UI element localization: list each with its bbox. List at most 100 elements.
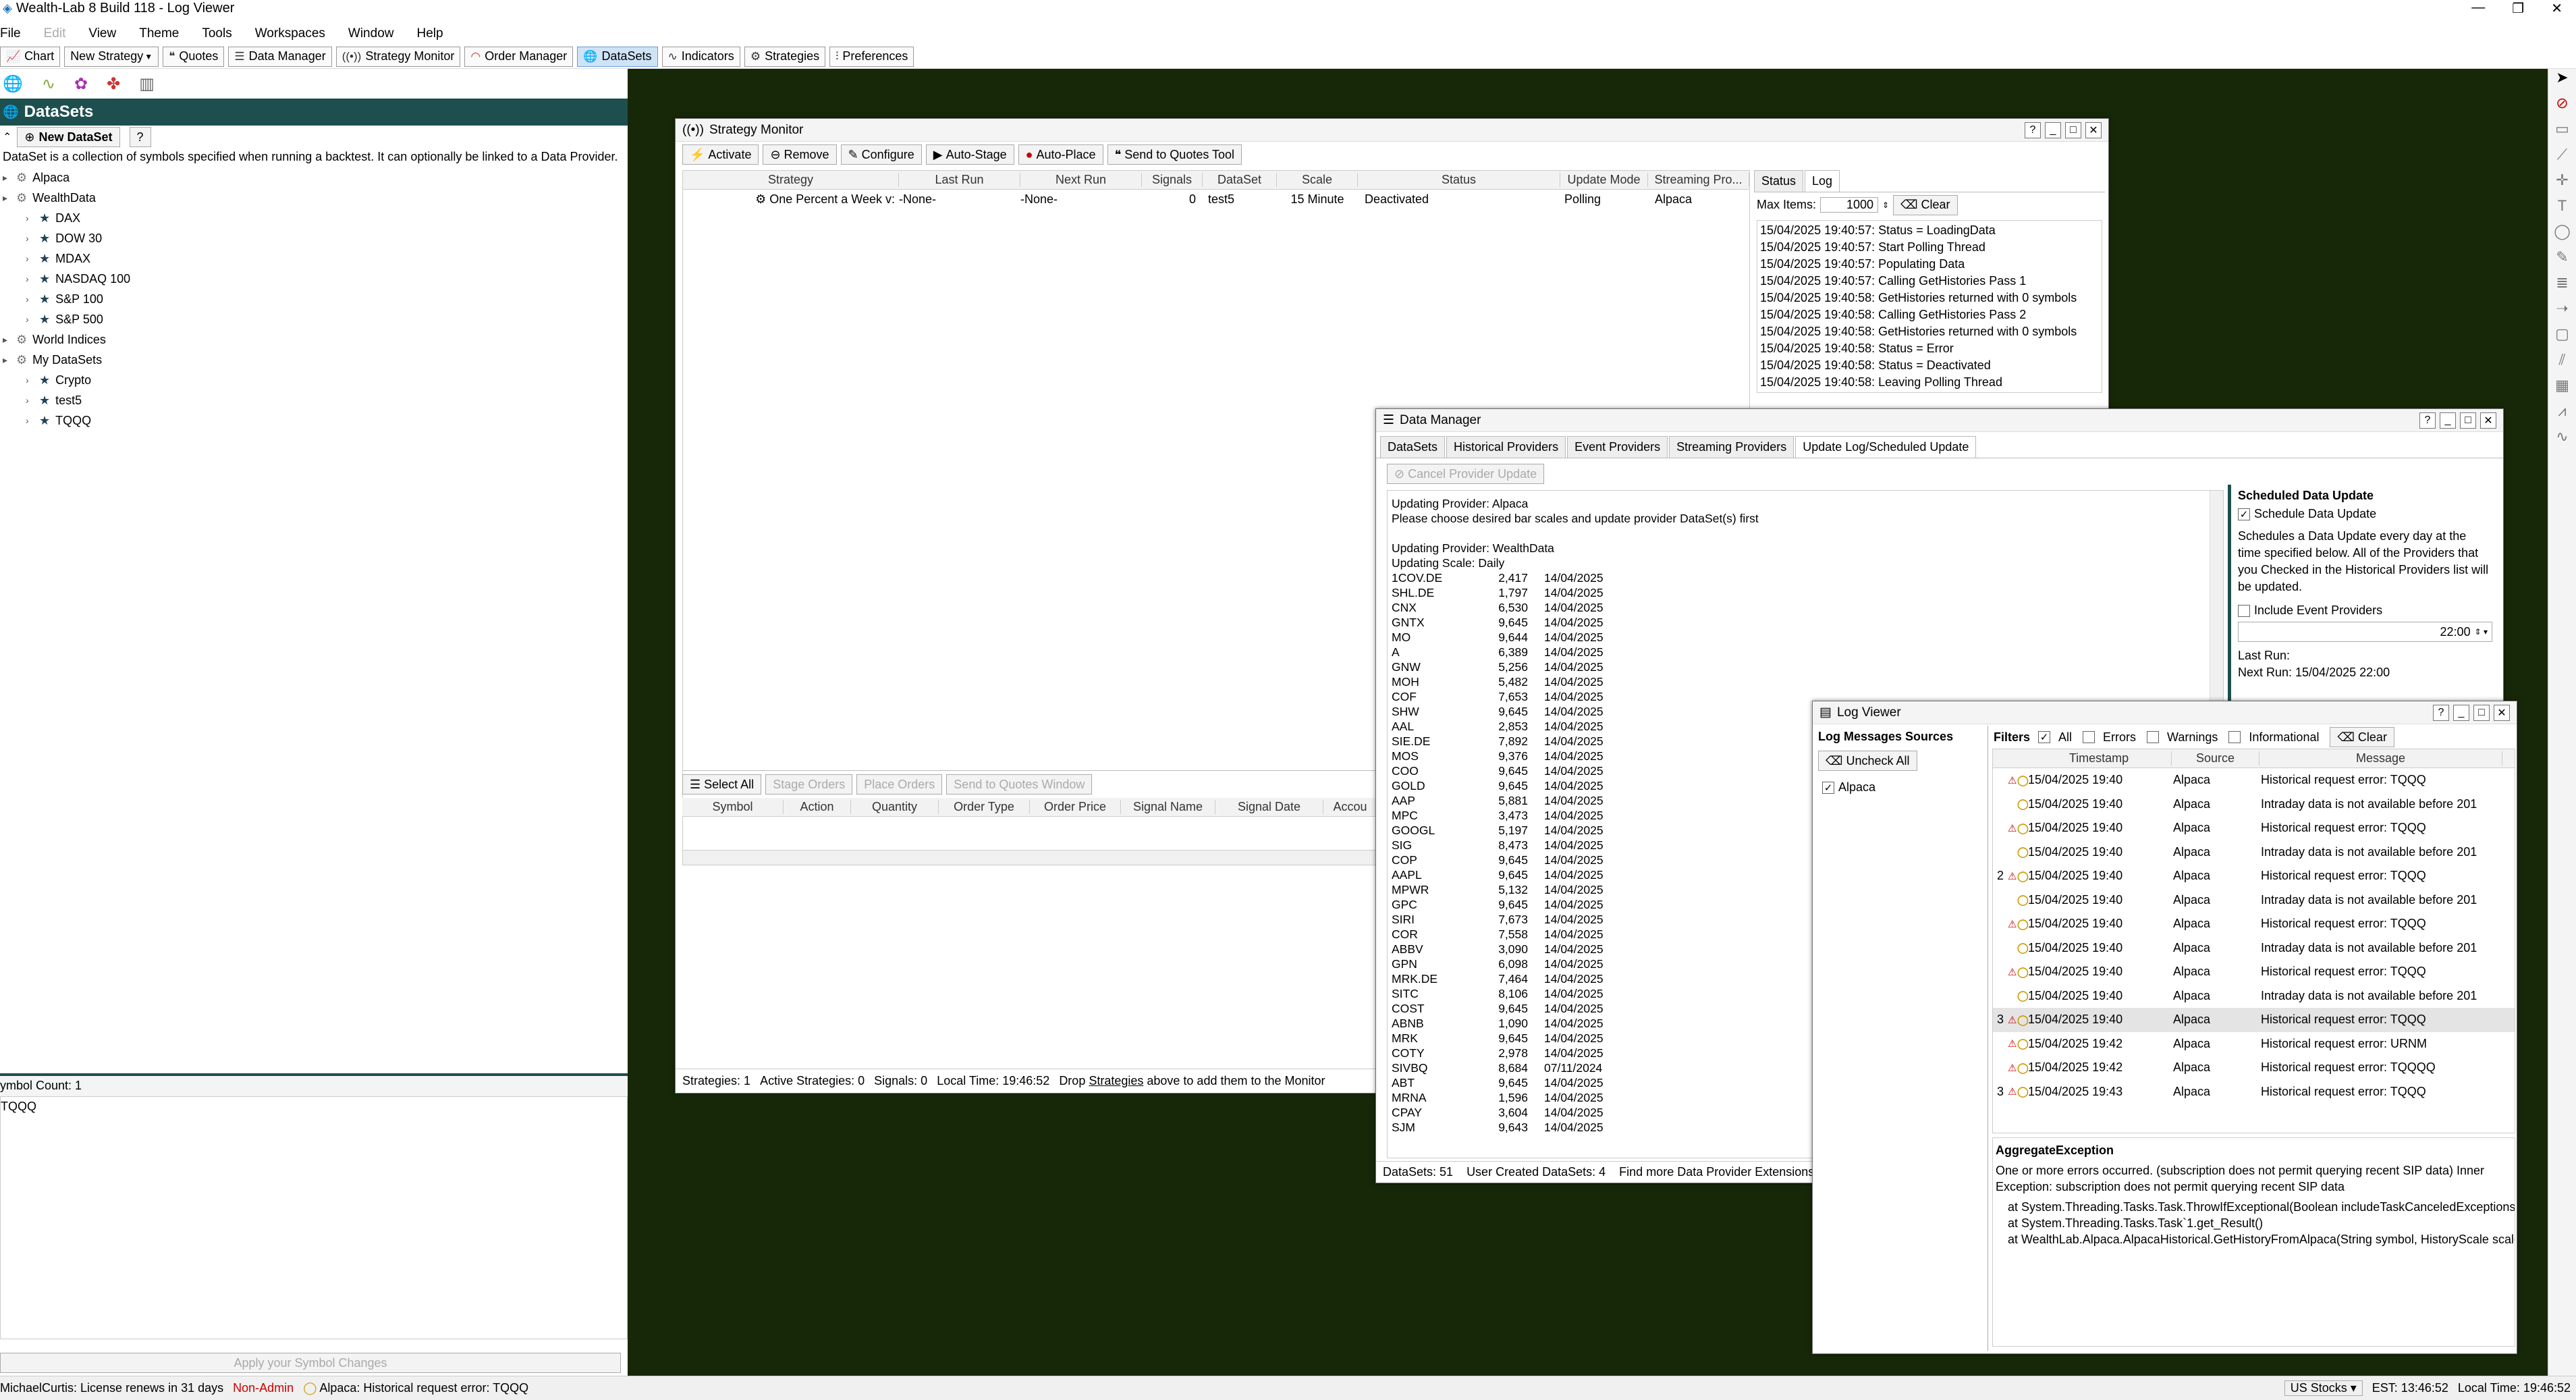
filter-errors-checkbox[interactable]	[2083, 731, 2095, 743]
close-icon[interactable]: ✕	[2494, 704, 2510, 721]
log-row[interactable]: ◯ 15/04/2025 19:40 Alpaca Intraday data is …	[1993, 936, 2515, 961]
col-timestamp[interactable]: Timestamp	[2027, 751, 2172, 765]
log-row[interactable]: 2 ⚠ ◯ 15/04/2025 19:40 Alpaca Historical requ…	[1993, 864, 2515, 888]
more-extensions-link[interactable]: Find more Data Provider Extensions a	[1619, 1165, 1824, 1179]
lines-icon[interactable]: ⟋	[2548, 146, 2576, 171]
menu-window[interactable]: Window	[348, 26, 394, 41]
strategies-link[interactable]: Strategies	[1089, 1074, 1143, 1087]
expand-icon[interactable]: ›	[26, 314, 36, 325]
auto-stage-button[interactable]: ▶ Auto-Stage	[925, 144, 1014, 165]
crosshair-icon[interactable]: ✛	[2548, 171, 2576, 197]
clear-log-button[interactable]: ⌫ Clear	[1893, 194, 1958, 215]
col-dataset[interactable]: DataSet	[1203, 173, 1277, 187]
preferences-button[interactable]: ⫶ Preferences	[829, 46, 914, 67]
filter-all-checkbox[interactable]: ✓	[2038, 731, 2051, 743]
close-icon[interactable]: ✕	[2551, 0, 2563, 17]
channel-icon[interactable]: ⫽	[2548, 351, 2576, 377]
minimize-icon[interactable]: _	[2440, 412, 2456, 429]
tab-update-log[interactable]: Update Log/Scheduled Update	[1795, 436, 1977, 458]
help-icon[interactable]: ?	[2419, 412, 2436, 429]
expand-icon[interactable]: ›	[26, 415, 36, 426]
col-quantity[interactable]: Quantity	[851, 800, 939, 814]
maximize-icon[interactable]: □	[2473, 704, 2490, 721]
activate-button[interactable]: ⚡ Activate	[682, 144, 759, 165]
tree-item[interactable]: › ★ TQQQ	[3, 410, 628, 431]
expand-icon[interactable]: ›	[26, 395, 36, 406]
wave-icon[interactable]: ∿	[42, 74, 55, 94]
log-row[interactable]: ⚠ ◯ 15/04/2025 19:42 Alpaca Historical reque…	[1993, 1032, 2515, 1056]
col-symbol[interactable]: Symbol	[682, 800, 784, 814]
books-icon[interactable]: ▥	[139, 74, 155, 94]
minimize-icon[interactable]: —	[2471, 0, 2485, 17]
tree-item[interactable]: › ★ DOW 30	[3, 228, 628, 248]
apply-symbol-changes-button[interactable]: Apply your Symbol Changes	[0, 1353, 621, 1373]
brain-icon[interactable]: ✿	[74, 74, 88, 94]
col-signals[interactable]: Signals	[1142, 173, 1203, 187]
log-row[interactable]: ⚠ ◯ 15/04/2025 19:40 Alpaca Historical reque…	[1993, 960, 2515, 984]
tree-item[interactable]: › ★ S&P 500	[3, 309, 628, 329]
tree-item[interactable]: › ★ NASDAQ 100	[3, 269, 628, 289]
max-items-input[interactable]: 1000	[1820, 197, 1879, 213]
expand-icon[interactable]: ›	[26, 213, 36, 223]
log-row[interactable]: ◯ 15/04/2025 19:40 Alpaca Intraday data is …	[1993, 840, 2515, 865]
col-action[interactable]: Action	[784, 800, 851, 814]
wave-tool-icon[interactable]: ∿	[2548, 428, 2576, 454]
expand-icon[interactable]: ›	[26, 375, 36, 385]
fib-icon[interactable]: ≣	[2548, 274, 2576, 300]
tree-item[interactable]: › ★ S&P 100	[3, 289, 628, 309]
log-viewer-titlebar[interactable]: ▤ Log Viewer ? _ □ ✕	[1813, 701, 2517, 724]
log-row[interactable]: 3 ⚠ ◯ 15/04/2025 19:40 Alpaca Historical requ…	[1993, 1008, 2515, 1032]
time-picker[interactable]: 22:00 ⇕ ▾	[2238, 622, 2492, 642]
chart-button[interactable]: 📈 Chart	[0, 46, 61, 67]
col-order-type[interactable]: Order Type	[939, 800, 1030, 814]
globe-icon[interactable]: 🌐	[3, 74, 23, 94]
tree-item[interactable]: › ★ Crypto	[3, 370, 628, 390]
expand-icon[interactable]: ▸	[3, 172, 13, 184]
col-account[interactable]: Accou	[1323, 800, 1377, 814]
send-to-quotes-window-button[interactable]: Send to Quotes Window	[946, 774, 1093, 795]
menu-help[interactable]: Help	[416, 26, 443, 41]
status-message[interactable]: ◯ Alpaca: Historical request error: TQQQ	[303, 1381, 528, 1395]
menu-edit[interactable]: Edit	[44, 26, 66, 41]
expand-icon[interactable]: ›	[26, 233, 36, 244]
col-strategy[interactable]: Strategy	[683, 173, 899, 187]
symbol-list[interactable]: TQQQ	[0, 1096, 628, 1339]
tree-item[interactable]: › ★ MDAX	[3, 248, 628, 269]
send-to-quotes-button[interactable]: ❝ Send to Quotes Tool	[1107, 144, 1242, 165]
expand-icon[interactable]: ▸	[3, 192, 13, 204]
strategy-monitor-titlebar[interactable]: ((•)) Strategy Monitor ? _ □ ✕	[676, 119, 2108, 142]
log-row[interactable]: ◯ 15/04/2025 19:40 Alpaca Intraday data is …	[1993, 984, 2515, 1008]
menu-view[interactable]: View	[88, 26, 116, 41]
tree-item[interactable]: ▸ ⚙ World Indices	[3, 329, 628, 350]
auto-place-button[interactable]: ● Auto-Place	[1018, 144, 1103, 165]
close-icon[interactable]: ✕	[2480, 412, 2496, 429]
tab-historical-providers[interactable]: Historical Providers	[1446, 436, 1566, 458]
eraser-icon[interactable]: ▭	[2548, 120, 2576, 146]
col-signal-date[interactable]: Signal Date	[1215, 800, 1323, 814]
collapse-icon[interactable]: ⌃	[3, 130, 11, 144]
expand-icon[interactable]: ▸	[3, 354, 13, 366]
strategy-monitor-button[interactable]: ((•)) Strategy Monitor	[335, 46, 461, 67]
restore-icon[interactable]: ❐	[2512, 0, 2524, 17]
maximize-icon[interactable]: □	[2065, 122, 2081, 138]
minimize-icon[interactable]: _	[2045, 122, 2061, 138]
cursor-icon[interactable]: ➤	[2548, 69, 2576, 95]
tree-item[interactable]: ▸ ⚙ My DataSets	[3, 350, 628, 370]
log-row[interactable]: ⚠ ◯ 15/04/2025 19:42 Alpaca Historical reque…	[1993, 1056, 2515, 1080]
tree-item[interactable]: ▸ ⚙ WealthData	[3, 188, 628, 208]
tab-status[interactable]: Status	[1754, 170, 1804, 192]
pencil-icon[interactable]: ✎	[2548, 248, 2576, 274]
select-all-button[interactable]: ☰ Select All	[682, 774, 762, 795]
remove-button[interactable]: ⊖ Remove	[763, 144, 837, 165]
minimize-icon[interactable]: _	[2453, 704, 2469, 721]
grid-icon[interactable]: ▦	[2548, 377, 2576, 402]
menu-theme[interactable]: Theme	[139, 26, 179, 41]
col-streaming[interactable]: Streaming Pro...	[1648, 173, 1749, 187]
maximize-icon[interactable]: □	[2460, 412, 2476, 429]
menu-workspaces[interactable]: Workspaces	[255, 26, 325, 41]
log-row[interactable]: ◯ 15/04/2025 19:40 Alpaca Intraday data is …	[1993, 792, 2515, 817]
col-signal-name[interactable]: Signal Name	[1121, 800, 1215, 814]
indicators-button[interactable]: ∿ Indicators	[661, 46, 740, 67]
source-alpaca-checkbox[interactable]: ✓	[1822, 781, 1834, 794]
expand-icon[interactable]: ›	[26, 253, 36, 264]
